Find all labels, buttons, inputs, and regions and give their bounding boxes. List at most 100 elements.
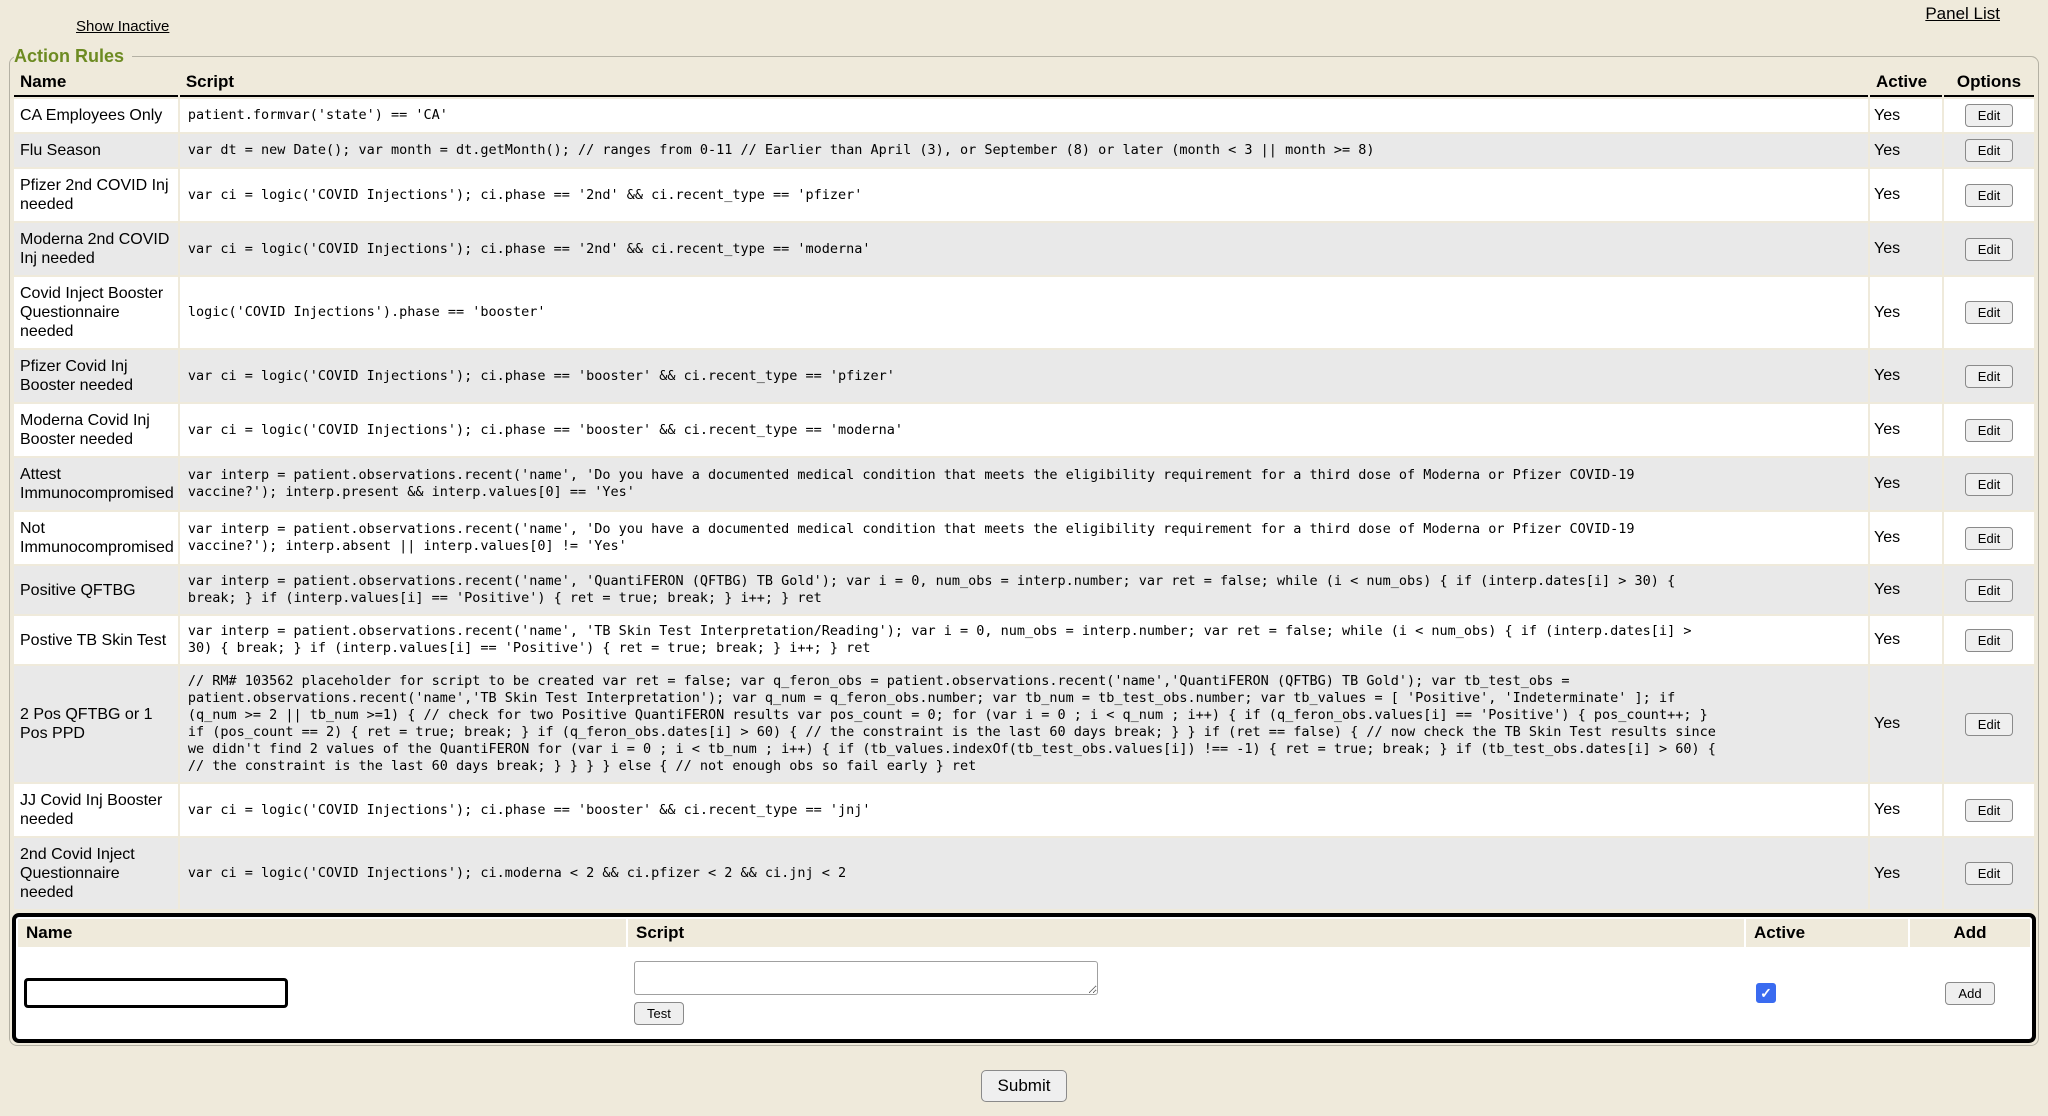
rule-row: Positive QFTBG var interp = patient.obse… [14,566,2034,614]
rule-active-status: Yes [1870,566,1942,614]
rule-edit-button[interactable]: Edit [1965,184,2013,207]
rule-options-cell: Edit [1944,838,2034,909]
column-header-active: Active [1870,69,1942,97]
rule-script: var dt = new Date(); var month = dt.getM… [180,134,1868,167]
rule-row: Flu Season var dt = new Date(); var mont… [14,134,2034,167]
rule-edit-button[interactable]: Edit [1965,365,2013,388]
rule-edit-button[interactable]: Edit [1965,713,2013,736]
rule-script: var interp = patient.observations.recent… [180,512,1868,564]
rule-active-status: Yes [1870,99,1942,132]
rule-active-status: Yes [1870,784,1942,836]
rules-table-header-row: Name Script Active Options [14,69,2034,97]
rule-edit-button[interactable]: Edit [1965,527,2013,550]
rule-active-status: Yes [1870,616,1942,664]
add-column-header-name: Name [18,919,626,947]
add-rule-header-row: Name Script Active Add [18,919,2030,947]
rule-options-cell: Edit [1944,784,2034,836]
rule-row: Pfizer Covid Inj Booster needed var ci =… [14,350,2034,402]
add-button[interactable]: Add [1945,982,1994,1005]
rule-edit-button[interactable]: Edit [1965,139,2013,162]
panel-list-link[interactable]: Panel List [1925,4,2000,24]
rules-table-body: CA Employees Only patient.formvar('state… [14,99,2034,909]
rule-script: var interp = patient.observations.recent… [180,616,1868,664]
rule-name: Positive QFTBG [14,566,178,614]
rule-script-textarea[interactable] [634,961,1098,995]
rule-active-status: Yes [1870,458,1942,510]
rule-script: logic('COVID Injections').phase == 'boos… [180,277,1868,348]
rule-active-status: Yes [1870,512,1942,564]
top-bar: Show Inactive Panel List [0,0,2048,46]
rule-edit-button[interactable]: Edit [1965,629,2013,652]
rule-row: 2 Pos QFTBG or 1 Pos PPD // RM# 103562 p… [14,666,2034,782]
rule-active-status: Yes [1870,223,1942,275]
rule-options-cell: Edit [1944,277,2034,348]
rule-options-cell: Edit [1944,99,2034,132]
action-rules-title: Action Rules [14,46,132,67]
rule-active-status: Yes [1870,277,1942,348]
rules-table: Name Script Active Options CA Employees … [12,67,2036,911]
rule-script: // RM# 103562 placeholder for script to … [180,666,1868,782]
rule-name-input[interactable] [24,978,288,1008]
submit-button[interactable]: Submit [981,1070,1068,1102]
rule-edit-button[interactable]: Edit [1965,238,2013,261]
rule-options-cell: Edit [1944,404,2034,456]
column-header-options: Options [1944,69,2034,97]
add-name-cell [18,949,626,1037]
rule-name: JJ Covid Inj Booster needed [14,784,178,836]
rule-row: JJ Covid Inj Booster needed var ci = log… [14,784,2034,836]
rule-active-status: Yes [1870,350,1942,402]
rule-row: Postive TB Skin Test var interp = patien… [14,616,2034,664]
add-active-cell: ✓ [1746,949,1908,1037]
rule-row: Moderna Covid Inj Booster needed var ci … [14,404,2034,456]
add-script-cell: Test [628,949,1744,1037]
rule-edit-button[interactable]: Edit [1965,473,2013,496]
rule-edit-button[interactable]: Edit [1965,799,2013,822]
rule-name: 2nd Covid Inject Questionnaire needed [14,838,178,909]
rule-active-status: Yes [1870,169,1942,221]
rule-row: 2nd Covid Inject Questionnaire needed va… [14,838,2034,909]
add-rule-table: Name Script Active Add Test [16,917,2032,1039]
rule-edit-button[interactable]: Edit [1965,104,2013,127]
rule-name: Covid Inject Booster Questionnaire neede… [14,277,178,348]
rule-name: Attest Immunocompromised [14,458,178,510]
rule-name: CA Employees Only [14,99,178,132]
action-rules-panel: Action Rules Name Script Active Options … [9,46,2039,1046]
rule-name: Postive TB Skin Test [14,616,178,664]
rule-options-cell: Edit [1944,134,2034,167]
rule-script: var ci = logic('COVID Injections'); ci.p… [180,350,1868,402]
rule-name: Pfizer 2nd COVID Inj needed [14,169,178,221]
rule-edit-button[interactable]: Edit [1965,579,2013,602]
rule-edit-button[interactable]: Edit [1965,862,2013,885]
add-column-header-active: Active [1746,919,1908,947]
column-header-name: Name [14,69,178,97]
active-checkbox[interactable]: ✓ [1756,983,1776,1003]
rule-name: Pfizer Covid Inj Booster needed [14,350,178,402]
rule-options-cell: Edit [1944,566,2034,614]
add-button-cell: Add [1910,949,2030,1037]
rule-script: var interp = patient.observations.recent… [180,458,1868,510]
rule-row: CA Employees Only patient.formvar('state… [14,99,2034,132]
rule-active-status: Yes [1870,134,1942,167]
rule-script: patient.formvar('state') == 'CA' [180,99,1868,132]
rule-options-cell: Edit [1944,666,2034,782]
rule-active-status: Yes [1870,838,1942,909]
show-inactive-link[interactable]: Show Inactive [76,18,169,35]
rule-script: var ci = logic('COVID Injections'); ci.p… [180,404,1868,456]
rule-edit-button[interactable]: Edit [1965,419,2013,442]
rule-row: Attest Immunocompromised var interp = pa… [14,458,2034,510]
rule-script: var ci = logic('COVID Injections'); ci.p… [180,223,1868,275]
rule-options-cell: Edit [1944,512,2034,564]
add-rule-box: Name Script Active Add Test [12,913,2036,1043]
checkmark-icon: ✓ [1760,985,1772,1001]
rule-options-cell: Edit [1944,458,2034,510]
rule-row: Pfizer 2nd COVID Inj needed var ci = log… [14,169,2034,221]
add-column-header-add: Add [1910,919,2030,947]
rule-options-cell: Edit [1944,169,2034,221]
rule-name: Moderna Covid Inj Booster needed [14,404,178,456]
rule-edit-button[interactable]: Edit [1965,301,2013,324]
rule-active-status: Yes [1870,666,1942,782]
rule-script: var ci = logic('COVID Injections'); ci.m… [180,838,1868,909]
test-button[interactable]: Test [634,1002,684,1025]
column-header-script: Script [180,69,1868,97]
rule-options-cell: Edit [1944,616,2034,664]
